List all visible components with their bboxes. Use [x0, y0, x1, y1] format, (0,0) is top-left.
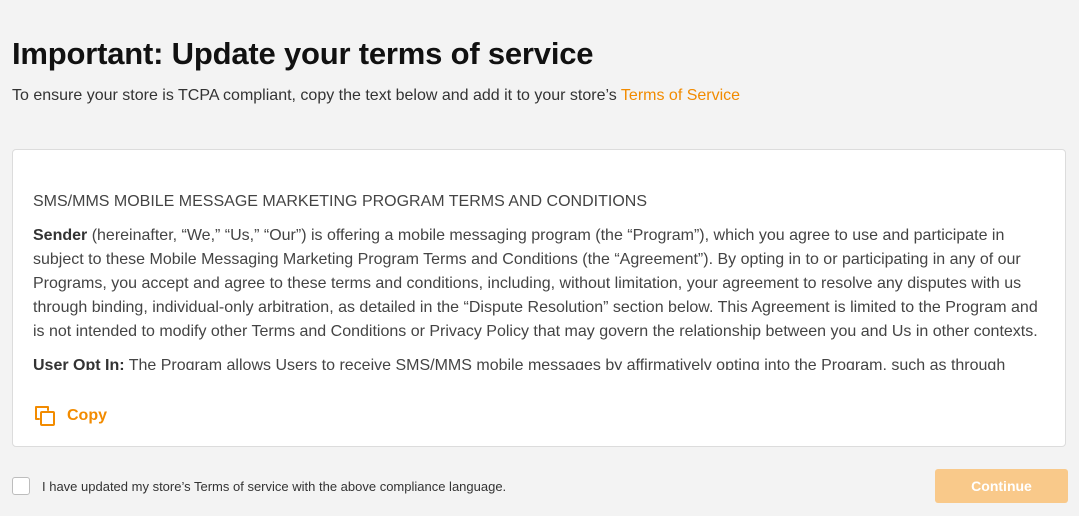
compliance-checkbox-label[interactable]: I have updated my store’s Terms of servi…: [42, 479, 506, 494]
terms-text-scroll-area[interactable]: SMS/MMS MOBILE MESSAGE MARKETING PROGRAM…: [33, 190, 1051, 370]
continue-button[interactable]: Continue: [935, 469, 1068, 503]
compliance-checkbox[interactable]: [12, 477, 30, 495]
copy-button[interactable]: Copy: [33, 402, 107, 430]
copy-button-label: Copy: [67, 407, 107, 424]
terms-heading: SMS/MMS MOBILE MESSAGE MARKETING PROGRAM…: [33, 193, 647, 210]
terms-paragraph: User Opt In: The Program allows Users to…: [33, 354, 1051, 370]
terms-paragraph: Sender (hereinafter, “We,” “Us,” “Our”) …: [33, 224, 1051, 344]
terms-card: SMS/MMS MOBILE MESSAGE MARKETING PROGRAM…: [12, 149, 1066, 447]
tos-update-page: Important: Update your terms of service …: [0, 0, 1079, 516]
terms-paragraph-lead: Sender: [33, 227, 88, 244]
terms-of-service-link[interactable]: Terms of Service: [621, 87, 740, 104]
copy-icon: [33, 404, 57, 428]
compliance-confirmation: I have updated my store’s Terms of servi…: [12, 477, 506, 495]
page-subtitle: To ensure your store is TCPA compliant, …: [12, 87, 740, 105]
terms-paragraph-text: (hereinafter, “We,” “Us,” “Our”) is offe…: [33, 227, 1038, 340]
page-title: Important: Update your terms of service: [12, 36, 594, 71]
terms-paragraph-lead: User Opt In:: [33, 357, 125, 370]
subtitle-text: To ensure your store is TCPA compliant, …: [12, 87, 621, 104]
terms-paragraph-text: The Program allows Users to receive SMS/…: [128, 357, 1006, 370]
